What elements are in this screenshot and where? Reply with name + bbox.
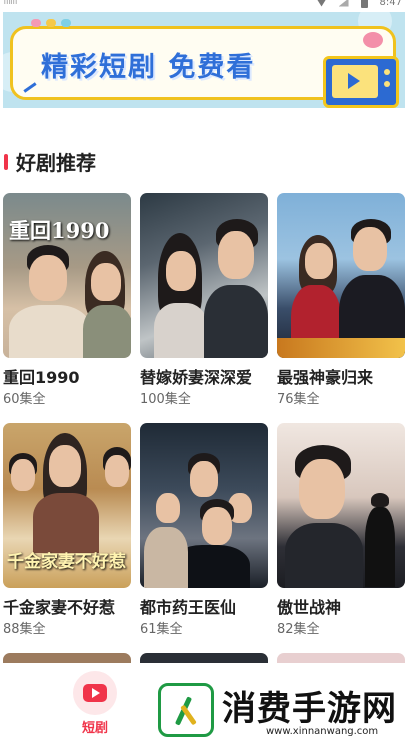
drama-card-partial[interactable] (140, 653, 268, 663)
drama-title: 千金家妻不好惹 (3, 598, 116, 617)
section-title: 好剧推荐 (16, 151, 96, 175)
tv-play-icon (323, 56, 399, 108)
banner-pink-dot (363, 32, 383, 48)
section-header: 好剧推荐 (4, 147, 96, 176)
banner-dots (31, 19, 71, 27)
watermark-logo (158, 683, 214, 737)
wifi-icon (316, 0, 327, 7)
drama-poster[interactable] (277, 423, 405, 588)
drama-title: 替嫁娇妻深深爱 (140, 368, 253, 387)
drama-card-partial[interactable] (3, 653, 131, 663)
section-accent-bar (4, 153, 8, 170)
drama-poster[interactable] (140, 193, 268, 358)
status-bar: ᗰᗰ 8:47 (0, 0, 406, 10)
drama-poster[interactable]: 千金家妻不好惹 (3, 423, 131, 588)
tv-play-icon (73, 671, 117, 715)
status-bar-notification-icons: ᗰᗰ (4, 0, 17, 7)
no-signal-icon (338, 0, 349, 7)
poster-title-art: 重回1990 (9, 218, 110, 243)
drama-episodes: 82集全 (277, 622, 320, 637)
drama-poster[interactable] (277, 193, 405, 358)
poster-title-art: 千金家妻不好惹 (7, 552, 126, 572)
promo-banner[interactable]: 精彩短剧 免费看 (3, 12, 405, 108)
status-time: 8:47 (379, 0, 402, 8)
drama-episodes: 88集全 (3, 622, 46, 637)
watermark-url: www.xinnanwang.com (266, 726, 379, 737)
site-watermark: 消费手游网 www.xinnanwang.com (158, 683, 406, 743)
tab-label: 短剧 (81, 721, 108, 736)
drama-title: 都市药王医仙 (140, 598, 237, 617)
drama-poster[interactable] (140, 423, 268, 588)
drama-episodes: 100集全 (140, 392, 191, 407)
watermark-name: 消费手游网 (222, 689, 397, 729)
drama-episodes: 61集全 (140, 622, 183, 637)
tab-short-drama[interactable]: 短剧 (70, 671, 120, 736)
banner-title: 精彩短剧 免费看 (41, 52, 256, 83)
drama-title: 傲世战神 (277, 598, 342, 617)
drama-card-partial[interactable] (277, 653, 405, 663)
battery-icon (360, 0, 368, 8)
drama-episodes: 76集全 (277, 392, 320, 407)
drama-title: 重回1990 (3, 368, 80, 387)
drama-title: 最强神豪归来 (277, 368, 374, 387)
status-bar-right: 8:47 (316, 0, 402, 8)
drama-episodes: 60集全 (3, 392, 46, 407)
drama-poster[interactable]: 重回1990 (3, 193, 131, 358)
